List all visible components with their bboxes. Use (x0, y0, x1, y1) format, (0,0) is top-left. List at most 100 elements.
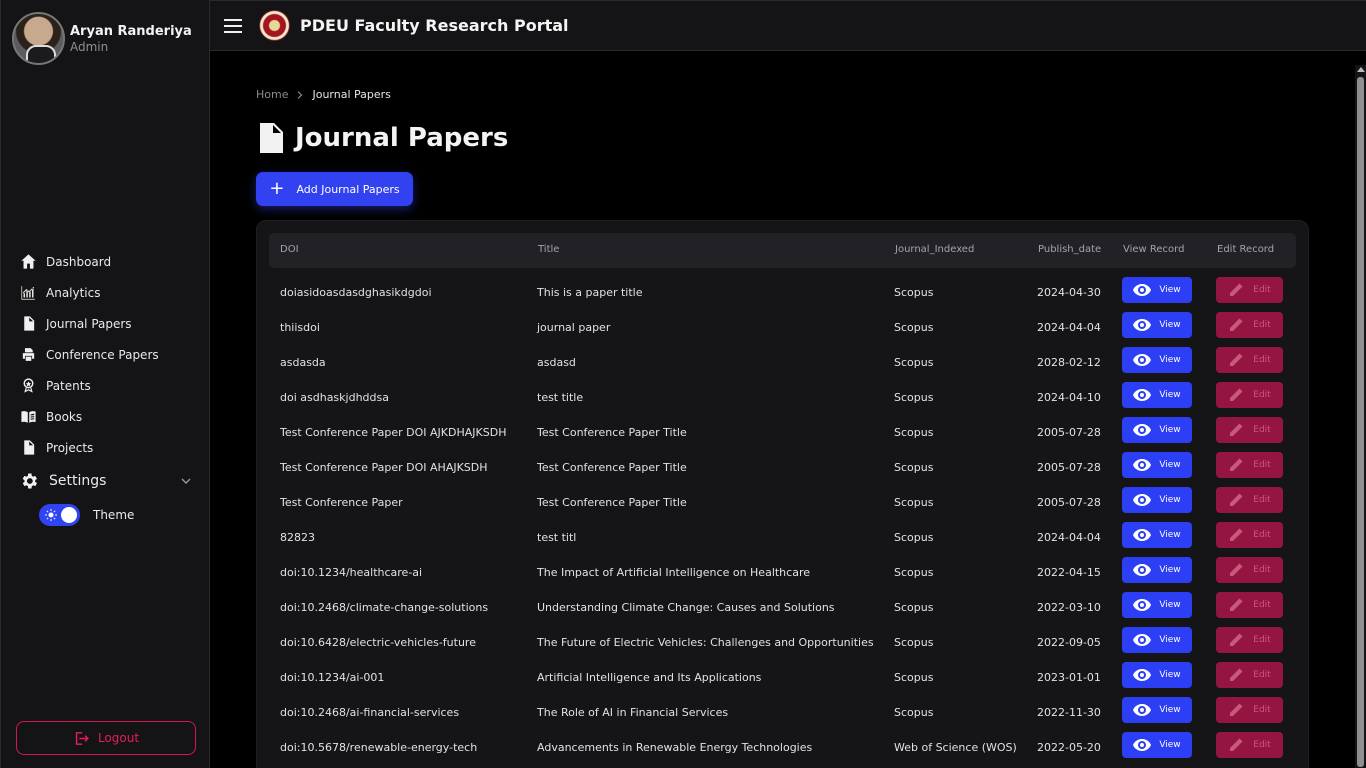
pencil-icon (1230, 528, 1243, 541)
edit-button[interactable]: Edit (1216, 522, 1283, 548)
edit-label: Edit (1253, 285, 1271, 295)
view-button[interactable]: View (1122, 557, 1192, 583)
edit-button[interactable]: Edit (1216, 452, 1283, 478)
sidebar-item-label: Journal Papers (46, 316, 132, 331)
edit-button[interactable]: Edit (1216, 627, 1283, 653)
cell-publish-date: 2024-04-10 (1037, 391, 1101, 404)
table-header: DOI Title Journal_Indexed Publish_date V… (269, 233, 1296, 268)
sidebar-item-patents[interactable]: Patents (18, 370, 198, 401)
avatar[interactable] (12, 12, 65, 65)
edit-button[interactable]: Edit (1216, 697, 1283, 723)
eye-icon (1133, 704, 1152, 716)
edit-button[interactable]: Edit (1216, 487, 1283, 513)
chart-icon (18, 283, 38, 303)
edit-label: Edit (1253, 670, 1271, 680)
edit-button[interactable]: Edit (1216, 417, 1283, 443)
sidebar-item-label: Conference Papers (46, 347, 159, 362)
cell-journal-indexed: Scopus (894, 531, 934, 544)
edit-label: Edit (1253, 740, 1271, 750)
view-button[interactable]: View (1122, 662, 1192, 688)
view-button[interactable]: View (1122, 697, 1192, 723)
sidebar-item-books[interactable]: Books (18, 401, 198, 432)
view-button[interactable]: View (1122, 312, 1192, 338)
edit-button[interactable]: Edit (1216, 277, 1283, 303)
sidebar-item-analytics[interactable]: Analytics (18, 277, 198, 308)
sidebar-item-projects[interactable]: Projects (18, 432, 198, 463)
sidebar: Aryan Randeriya Admin Dashboard Analytic… (0, 0, 210, 768)
cell-journal-indexed: Scopus (894, 461, 934, 474)
scroll-thumb[interactable] (1357, 77, 1364, 767)
table-row: doi asdhaskjdhddsa test title Scopus 2024-0… (257, 381, 1310, 416)
cell-title: Understanding Climate Change: Causes and… (537, 601, 835, 614)
cell-title: The Impact of Artificial Intelligence on… (537, 566, 810, 579)
view-label: View (1159, 565, 1181, 575)
cell-publish-date: 2023-01-01 (1037, 671, 1101, 684)
view-button[interactable]: View (1122, 627, 1192, 653)
edit-button[interactable]: Edit (1216, 347, 1283, 373)
edit-label: Edit (1253, 425, 1271, 435)
view-button[interactable]: View (1122, 522, 1192, 548)
edit-button[interactable]: Edit (1216, 557, 1283, 583)
table-row: 82823 test titl Scopus 2024-04-04 View Edit (257, 521, 1310, 556)
view-label: View (1159, 705, 1181, 715)
logout-label: Logout (97, 731, 140, 745)
view-button[interactable]: View (1122, 452, 1192, 478)
column-header-title[interactable]: Title (538, 244, 559, 255)
sidebar-item-dashboard[interactable]: Dashboard (18, 246, 198, 277)
sidebar-item-journal-papers[interactable]: Journal Papers (18, 308, 198, 339)
edit-button[interactable]: Edit (1216, 312, 1283, 338)
column-header-publish-date[interactable]: Publish_date (1038, 244, 1101, 255)
cell-publish-date: 2024-04-04 (1037, 321, 1101, 334)
cell-title: Test Conference Paper Title (537, 461, 687, 474)
view-button[interactable]: View (1122, 732, 1192, 758)
table-row: doi:10.6428/electric-vehicles-future The … (257, 626, 1310, 661)
cell-journal-indexed: Scopus (894, 671, 934, 684)
cell-doi: Test Conference Paper DOI AHAJKSDH (280, 461, 488, 474)
column-header-journal-indexed[interactable]: Journal_Indexed (895, 244, 974, 255)
view-button[interactable]: View (1122, 382, 1192, 408)
edit-button[interactable]: Edit (1216, 382, 1283, 408)
sidebar-item-settings[interactable]: Settings (18, 464, 198, 498)
page-scrollbar[interactable] (1355, 65, 1366, 768)
view-button[interactable]: View (1122, 277, 1192, 303)
pencil-icon (1230, 563, 1243, 576)
edit-button[interactable]: Edit (1216, 732, 1283, 758)
eye-icon (1133, 669, 1152, 681)
cell-doi: doi:10.1234/healthcare-ai (280, 566, 423, 579)
logout-button[interactable]: Logout (16, 721, 196, 755)
sidebar-item-label: Dashboard (46, 254, 112, 269)
edit-label: Edit (1253, 530, 1271, 540)
view-label: View (1159, 670, 1181, 680)
journal-papers-table: DOI Title Journal_Indexed Publish_date V… (256, 220, 1309, 768)
chevron-down-icon[interactable] (180, 475, 192, 487)
theme-toggle[interactable] (39, 504, 80, 526)
cell-publish-date: 2022-09-05 (1037, 636, 1101, 649)
cell-title: The Future of Electric Vehicles: Challen… (537, 636, 874, 649)
column-header-doi[interactable]: DOI (280, 244, 299, 255)
cell-title: Test Conference Paper Title (537, 496, 687, 509)
scroll-up-arrow[interactable] (1357, 67, 1365, 72)
cell-journal-indexed: Scopus (894, 286, 934, 299)
edit-button[interactable]: Edit (1216, 662, 1283, 688)
user-profile[interactable]: Aryan Randeriya Admin (12, 12, 192, 65)
cell-title: journal paper (537, 321, 611, 334)
cell-title: asdasd (537, 356, 576, 369)
cell-title: Test Conference Paper Title (537, 426, 687, 439)
profile-name: Aryan Randeriya (70, 24, 192, 39)
menu-icon[interactable] (224, 18, 242, 33)
view-button[interactable]: View (1122, 417, 1192, 443)
breadcrumb-home[interactable]: Home (256, 88, 288, 101)
view-button[interactable]: View (1122, 592, 1192, 618)
edit-button[interactable]: Edit (1216, 592, 1283, 618)
logout-icon (75, 731, 89, 745)
edit-label: Edit (1253, 565, 1271, 575)
column-header-view-record: View Record (1123, 244, 1185, 255)
toggle-knob (61, 507, 77, 523)
view-button[interactable]: View (1122, 487, 1192, 513)
sidebar-item-conference-papers[interactable]: Conference Papers (18, 339, 198, 370)
view-label: View (1159, 320, 1181, 330)
view-button[interactable]: View (1122, 347, 1192, 373)
pencil-icon (1230, 423, 1243, 436)
add-journal-paper-button[interactable]: + Add Journal Papers (256, 172, 413, 206)
table-row: Test Conference Paper DOI AHAJKSDH Test C… (257, 451, 1310, 486)
